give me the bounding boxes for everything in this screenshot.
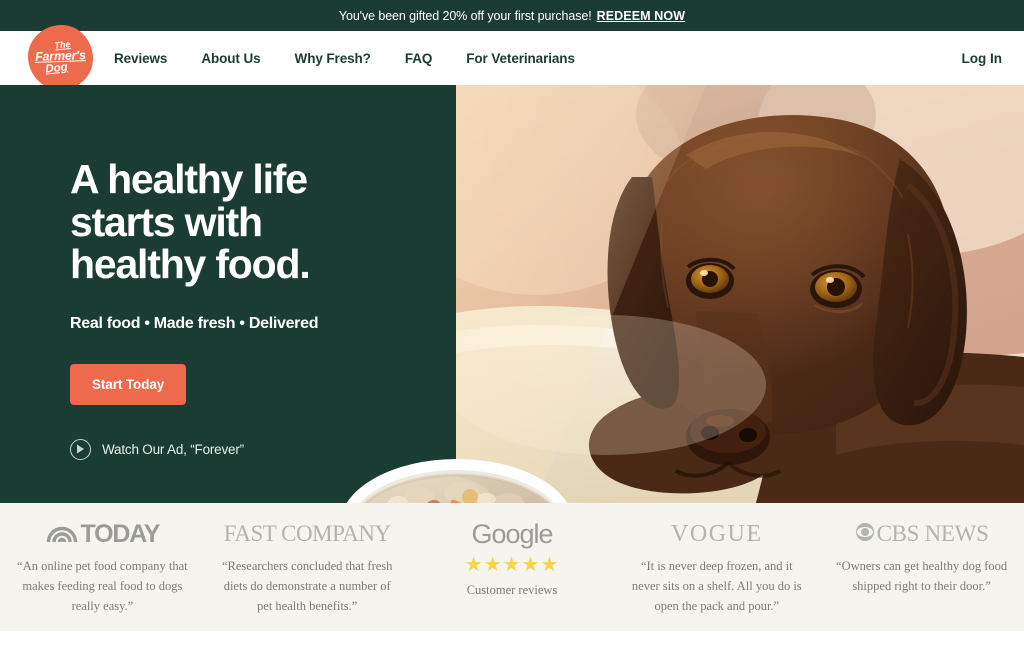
food-bowl-illustration [346,459,568,503]
cbs-news-logo: CBS NEWS [855,517,989,551]
logo-line-1: The [54,38,72,50]
promo-message: You've been gifted 20% off your first pu… [338,8,592,23]
fast-company-wordmark: FAST COMPANY [223,521,391,546]
headline-line-1: A healthy life [70,156,308,202]
watch-ad-label: Watch Our Ad, “Forever” [102,441,244,457]
primary-nav: Reviews About Us Why Fresh? FAQ For Vete… [114,31,609,85]
page-bottom-spacer [0,631,1024,663]
logo-line-3: Dog [45,60,69,76]
hero-dog-illustration [456,85,1024,503]
customer-reviews-caption: Customer reviews [466,583,558,597]
farmers-dog-logo[interactable]: The Farmer's Dog [26,23,95,92]
press-item-google: Google ★★★★★ Customer reviews [410,517,615,598]
vogue-logo: VOGUE [671,517,763,551]
press-item-today: TODAY “An online pet food company that m… [0,517,205,616]
vogue-wordmark: VOGUE [671,520,763,547]
hero-copy: A healthy life starts with healthy food.… [70,85,450,460]
press-quote: “An online pet food company that makes f… [17,559,188,613]
log-in-link[interactable]: Log In [962,31,1003,85]
star-rating: ★★★★★ [464,554,560,576]
page-title: A healthy life starts with healthy food. [70,158,450,286]
cbs-eye-icon [855,522,875,547]
nav-item-reviews[interactable]: Reviews [114,51,167,66]
nav-item-for-veterinarians[interactable]: For Veterinarians [466,51,575,66]
press-item-cbs-news: CBS NEWS “Owners can get healthy dog foo… [819,517,1024,597]
today-wordmark: TODAY [80,519,161,548]
site-header: The Farmer's Dog Reviews About Us Why Fr… [0,23,1024,92]
hero-subhead: Real food • Made fresh • Delivered [70,314,319,332]
press-quote: “Owners can get healthy dog food shipped… [836,559,1008,593]
headline-line-2: starts with [70,198,263,245]
start-today-button[interactable]: Start Today [70,363,187,405]
food-bowl [322,449,592,503]
promo-banner: You've been gifted 20% off your first pu… [0,0,1024,31]
today-logo: TODAY [46,517,160,551]
press-quote: “Researchers concluded that fresh diets … [221,559,393,613]
nav-item-about-us[interactable]: About Us [201,51,260,66]
fast-company-logo: FAST COMPANY [224,517,391,551]
cbs-news-wordmark: CBS NEWS [876,521,989,546]
press-item-vogue: VOGUE “It is never deep frozen, and it n… [614,517,819,616]
play-icon [70,438,91,460]
redeem-now-link[interactable]: REDEEM NOW [597,9,686,23]
page-root: You've been gifted 20% off your first pu… [0,0,1024,663]
press-strip: TODAY “An online pet food company that m… [0,503,1024,631]
nav-item-why-fresh[interactable]: Why Fresh? [295,51,371,66]
press-item-fast-company: FAST COMPANY “Researchers concluded that… [205,517,410,616]
google-logo: Google [471,517,553,551]
headline-line-3: healthy food. [70,241,311,288]
press-quote: “It is never deep frozen, and it never s… [631,559,802,613]
today-rainbow-icon [46,520,78,549]
nav-item-faq[interactable]: FAQ [405,51,433,66]
hero-photo [456,85,1024,503]
google-wordmark: Google [471,518,553,549]
hero-section: A healthy life starts with healthy food.… [0,85,1024,503]
